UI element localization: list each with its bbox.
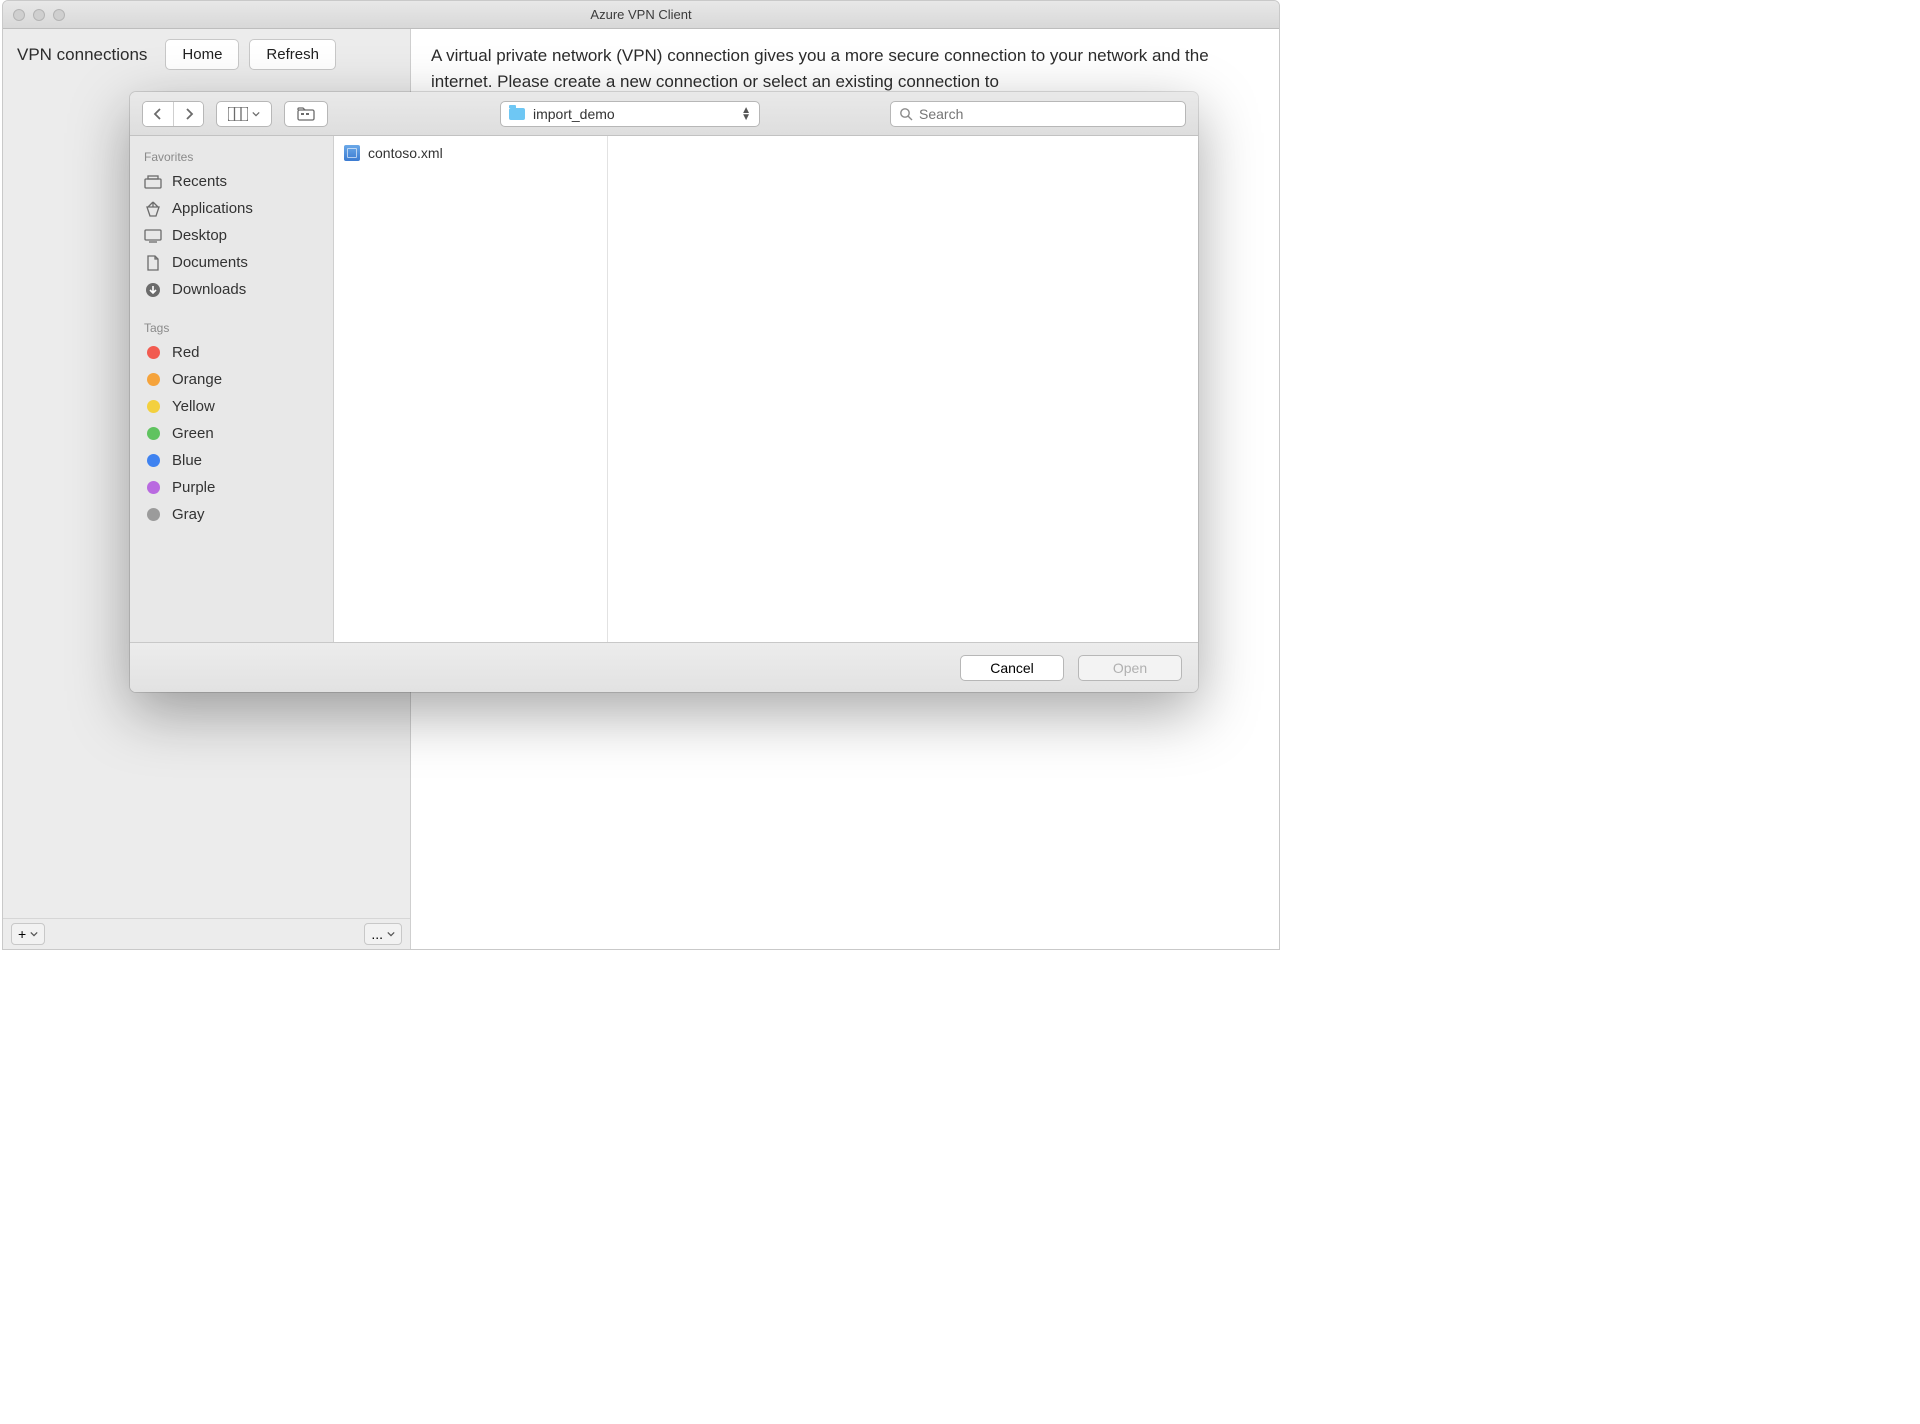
columns-icon [228,107,248,121]
tag-orange[interactable]: Orange [130,366,333,393]
sidebar-title: VPN connections [17,45,147,65]
plus-icon: + [18,926,26,942]
file-open-dialog: import_demo ▲▼ Favorites Recents Applica… [130,92,1198,692]
sidebar-item-label: Desktop [172,227,227,244]
chevron-left-icon [153,108,163,120]
forward-button[interactable] [173,102,203,126]
tag-dot-icon [147,427,160,440]
chevron-down-icon [252,110,260,118]
sidebar-item-label: Applications [172,200,253,217]
tag-dot-icon [147,454,160,467]
applications-icon [144,201,162,217]
window-title: Azure VPN Client [3,7,1279,22]
file-columns: contoso.xml [334,136,1198,642]
refresh-button[interactable]: Refresh [249,39,336,70]
tag-yellow[interactable]: Yellow [130,393,333,420]
back-button[interactable] [143,102,173,126]
search-icon [899,107,913,121]
file-dialog-footer: Cancel Open [130,642,1198,692]
tag-label: Blue [172,452,202,469]
folder-icon [509,108,525,120]
search-input[interactable] [919,106,1177,122]
more-options-button[interactable]: ... [364,923,402,945]
tag-label: Green [172,425,214,442]
description-text: A virtual private network (VPN) connecti… [431,43,1259,94]
tag-dot-icon [147,508,160,521]
nav-segmented [142,101,204,127]
tag-label: Purple [172,479,215,496]
sidebar-item-label: Documents [172,254,248,271]
tag-red[interactable]: Red [130,339,333,366]
view-mode-button[interactable] [216,101,272,127]
file-dialog-toolbar: import_demo ▲▼ [130,92,1198,136]
xml-file-icon [344,145,360,161]
tag-purple[interactable]: Purple [130,474,333,501]
desktop-icon [144,229,162,243]
open-button[interactable]: Open [1078,655,1182,681]
titlebar: Azure VPN Client [3,1,1279,29]
tag-label: Gray [172,506,205,523]
tag-dot-icon [147,481,160,494]
file-row[interactable]: contoso.xml [334,142,607,164]
sidebar-item-label: Downloads [172,281,246,298]
documents-icon [144,255,162,271]
search-field[interactable] [890,101,1186,127]
tag-label: Orange [172,371,222,388]
downloads-icon [144,282,162,298]
tag-dot-icon [147,373,160,386]
sidebar-item-downloads[interactable]: Downloads [130,276,333,303]
tag-label: Yellow [172,398,215,415]
folder-grid-icon [297,107,315,121]
tag-blue[interactable]: Blue [130,447,333,474]
tag-label: Red [172,344,200,361]
sidebar-item-applications[interactable]: Applications [130,195,333,222]
chevron-down-icon [30,930,38,938]
current-folder-name: import_demo [533,106,615,122]
ellipsis-icon: ... [371,926,383,942]
file-column-0: contoso.xml [334,136,608,642]
tag-dot-icon [147,346,160,359]
favorites-heading: Favorites [130,146,333,168]
cancel-button[interactable]: Cancel [960,655,1064,681]
group-button[interactable] [284,101,328,127]
add-connection-button[interactable]: + [11,923,45,945]
path-popup[interactable]: import_demo ▲▼ [500,101,760,127]
file-column-1 [608,136,1198,642]
sidebar-item-documents[interactable]: Documents [130,249,333,276]
sidebar-item-label: Recents [172,173,227,190]
recents-icon [144,175,162,189]
file-dialog-sidebar: Favorites Recents Applications Desktop D… [130,136,334,642]
tag-green[interactable]: Green [130,420,333,447]
sidebar-item-desktop[interactable]: Desktop [130,222,333,249]
chevron-down-icon [387,930,395,938]
tag-gray[interactable]: Gray [130,501,333,528]
tags-heading: Tags [130,317,333,339]
home-button[interactable]: Home [165,39,239,70]
sidebar-item-recents[interactable]: Recents [130,168,333,195]
file-name: contoso.xml [368,145,443,161]
chevron-right-icon [184,108,194,120]
updown-icon: ▲▼ [741,107,751,121]
tag-dot-icon [147,400,160,413]
